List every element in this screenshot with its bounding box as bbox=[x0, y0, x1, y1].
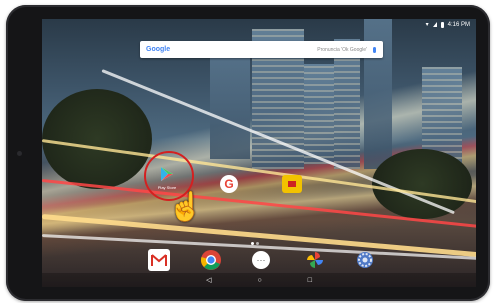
clock: 4:16 PM bbox=[447, 21, 470, 28]
google-logo: Google bbox=[146, 46, 171, 53]
navigation-bar: ◁ ○ □ bbox=[42, 273, 476, 287]
tap-hand-icon: ☝ bbox=[168, 191, 203, 222]
photos-icon bbox=[307, 252, 323, 268]
photos-app[interactable] bbox=[304, 249, 326, 271]
google-app[interactable]: G bbox=[220, 175, 238, 193]
google-search-bar[interactable]: Google Pronuncia 'Ok Google' bbox=[140, 41, 383, 58]
gmail-icon bbox=[151, 254, 167, 266]
building bbox=[304, 64, 334, 164]
recents-button[interactable]: □ bbox=[308, 277, 312, 284]
folder-app[interactable] bbox=[282, 175, 302, 193]
settings-app[interactable] bbox=[354, 249, 376, 271]
tablet-frame: ▾ 4:16 PM Google Pronuncia 'Ok Google' P… bbox=[6, 5, 490, 301]
home-button[interactable]: ○ bbox=[257, 277, 261, 284]
battery-icon bbox=[440, 21, 444, 28]
status-bar: ▾ 4:16 PM bbox=[426, 21, 470, 28]
chrome-app[interactable] bbox=[200, 249, 222, 271]
home-screen[interactable]: ▾ 4:16 PM Google Pronuncia 'Ok Google' P… bbox=[42, 19, 476, 287]
signal-icon bbox=[432, 22, 437, 27]
folder-icon bbox=[288, 181, 296, 187]
page-indicator bbox=[251, 242, 259, 245]
settings-icon bbox=[357, 252, 373, 268]
search-hint: Pronuncia 'Ok Google' bbox=[317, 46, 367, 53]
mic-icon[interactable] bbox=[373, 46, 376, 53]
page-dot bbox=[251, 242, 254, 245]
app-drawer-button[interactable]: ⋯ bbox=[252, 251, 270, 269]
tree bbox=[42, 89, 152, 189]
front-camera bbox=[17, 151, 22, 156]
app-drawer-icon: ⋯ bbox=[256, 254, 266, 265]
google-icon: G bbox=[224, 177, 234, 191]
chrome-icon bbox=[201, 250, 221, 270]
building bbox=[334, 39, 360, 169]
gmail-app[interactable] bbox=[148, 249, 170, 271]
page-dot bbox=[256, 242, 259, 245]
building bbox=[210, 49, 250, 159]
back-button[interactable]: ◁ bbox=[206, 276, 211, 284]
wifi-icon: ▾ bbox=[425, 22, 429, 28]
